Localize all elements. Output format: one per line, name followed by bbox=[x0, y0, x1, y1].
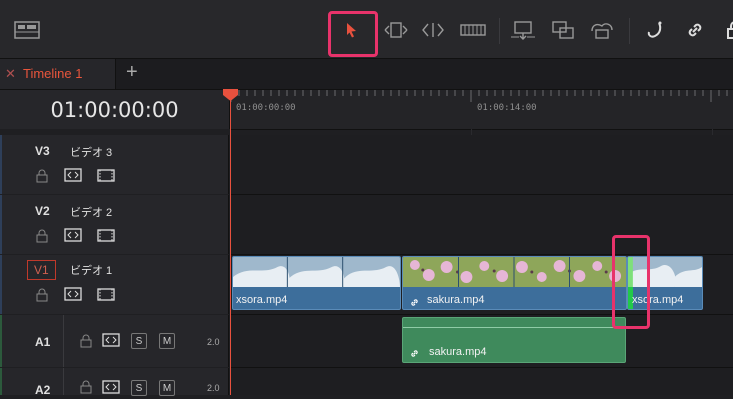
auto-select-icon[interactable] bbox=[64, 287, 82, 306]
track-id: V2 bbox=[35, 204, 50, 218]
tab-label: Timeline 1 bbox=[23, 66, 83, 81]
lock-icon[interactable] bbox=[36, 229, 48, 248]
edit-point-highlight bbox=[612, 235, 650, 329]
audio-level-line[interactable] bbox=[403, 327, 625, 328]
lock-icon[interactable] bbox=[36, 169, 48, 188]
place-on-top-icon[interactable] bbox=[587, 16, 617, 44]
track-id: A1 bbox=[35, 335, 51, 349]
add-timeline-button[interactable]: + bbox=[126, 61, 138, 84]
close-icon[interactable]: ✕ bbox=[5, 66, 16, 82]
mute-button[interactable]: M bbox=[159, 333, 175, 349]
audio-channels: 2.0 bbox=[207, 337, 220, 347]
track-lane-v2[interactable] bbox=[230, 195, 733, 255]
track-enable-icon[interactable] bbox=[97, 288, 115, 306]
clip-name: sakura.mp4 bbox=[429, 346, 487, 358]
track-enable-icon[interactable] bbox=[97, 169, 115, 187]
track-header-a1: A1 S M 2.0 bbox=[0, 315, 229, 367]
track-id-selected[interactable]: V1 bbox=[27, 260, 56, 280]
auto-select-icon[interactable] bbox=[64, 168, 82, 187]
audio-channels: 2.0 bbox=[207, 383, 220, 393]
toolbar-divider bbox=[499, 18, 500, 44]
blade-icon[interactable] bbox=[458, 16, 488, 44]
timecode-panel: 01:00:00:00 bbox=[0, 90, 230, 129]
audio-clip-sakura[interactable]: sakura.mp4 bbox=[402, 317, 626, 363]
divider bbox=[63, 315, 64, 367]
timeline-ruler[interactable]: 01:00:00:00 01:00:14:00 bbox=[230, 90, 733, 130]
timecode-display[interactable]: 01:00:00:00 bbox=[0, 98, 229, 122]
clip-name: xsora.mp4 bbox=[236, 294, 288, 306]
link-icon bbox=[409, 295, 420, 309]
track-id: V3 bbox=[35, 144, 50, 158]
track-header-v3: V3 ビデオ 3 bbox=[0, 135, 229, 194]
snapping-icon[interactable] bbox=[640, 16, 670, 44]
layout-icon[interactable] bbox=[12, 16, 42, 44]
track-enable-icon[interactable] bbox=[97, 229, 115, 247]
track-header-a2: A2 S M 2.0 bbox=[0, 368, 229, 397]
toolbar-divider bbox=[629, 18, 630, 44]
ruler-label: 01:00:00:00 bbox=[236, 103, 296, 113]
playhead-handle[interactable] bbox=[223, 89, 238, 107]
lock-icon[interactable] bbox=[718, 16, 733, 44]
clip-name: sakura.mp4 bbox=[427, 294, 485, 306]
divider bbox=[63, 368, 64, 395]
replace-icon[interactable] bbox=[548, 16, 578, 44]
tab-timeline-1[interactable]: ✕ Timeline 1 bbox=[0, 59, 116, 89]
clip-thumbnail-sky bbox=[233, 257, 400, 287]
track-name[interactable]: ビデオ 3 bbox=[70, 144, 112, 160]
solo-button[interactable]: S bbox=[131, 380, 147, 396]
mute-button[interactable]: M bbox=[159, 380, 175, 396]
track-lane-v3[interactable] bbox=[230, 135, 733, 195]
video-clip-sakura[interactable]: sakura.mp4 bbox=[402, 256, 627, 310]
auto-select-icon[interactable] bbox=[102, 380, 120, 399]
track-lane-a2[interactable] bbox=[230, 368, 733, 395]
selection-tool-highlight bbox=[328, 11, 378, 57]
timeline-tab-bar: ✕ Timeline 1 + bbox=[0, 59, 733, 90]
clip-thumbnail-sakura bbox=[403, 257, 626, 287]
link-icon bbox=[409, 346, 420, 362]
auto-select-icon[interactable] bbox=[102, 333, 120, 352]
track-name[interactable]: ビデオ 2 bbox=[70, 204, 112, 220]
lock-icon[interactable] bbox=[36, 288, 48, 307]
track-lane-a1[interactable]: sakura.mp4 bbox=[230, 315, 733, 368]
overwrite-icon[interactable] bbox=[508, 16, 538, 44]
lock-icon[interactable] bbox=[80, 334, 92, 353]
solo-button[interactable]: S bbox=[131, 333, 147, 349]
track-name[interactable]: ビデオ 1 bbox=[70, 262, 112, 278]
dynamic-trim-icon[interactable] bbox=[418, 16, 448, 44]
track-header-v2: V2 ビデオ 2 bbox=[0, 195, 229, 254]
track-header-v1: V1 ビデオ 1 bbox=[0, 255, 229, 314]
auto-select-icon[interactable] bbox=[64, 228, 82, 247]
edit-toolbar bbox=[0, 0, 733, 59]
link-icon[interactable] bbox=[680, 16, 710, 44]
ruler-label: 01:00:14:00 bbox=[477, 103, 537, 113]
lock-icon[interactable] bbox=[80, 380, 92, 399]
track-lane-v1[interactable]: xsora.mp4 sakura.mp4 xsora.mp4 bbox=[230, 255, 733, 315]
playhead-line bbox=[230, 96, 231, 395]
video-clip-xsora[interactable]: xsora.mp4 bbox=[232, 256, 401, 310]
trim-edit-icon[interactable] bbox=[381, 16, 411, 44]
